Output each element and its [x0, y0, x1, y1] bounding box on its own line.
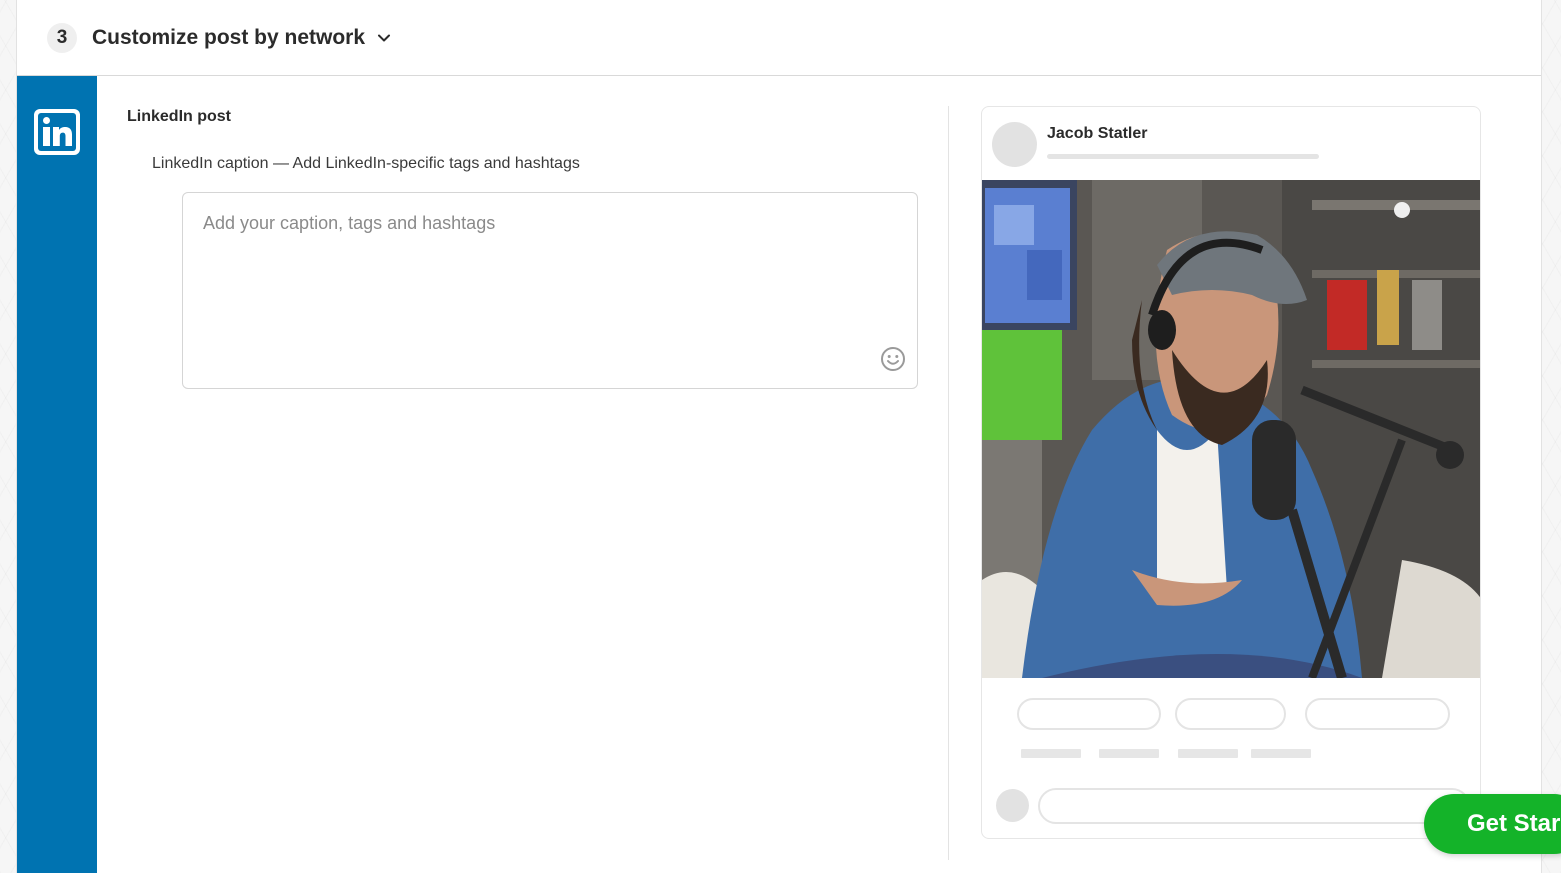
network-sidebar [17, 76, 97, 873]
author-name: Jacob Statler [1047, 125, 1148, 142]
section-title: LinkedIn post [127, 108, 231, 125]
comment-action-placeholder [1175, 698, 1286, 730]
linkedin-post-preview: Jacob Statler [981, 106, 1481, 839]
share-action-placeholder [1305, 698, 1450, 730]
caption-editor: LinkedIn post LinkedIn caption — Add Lin… [97, 76, 949, 873]
author-subtitle-placeholder [1047, 154, 1319, 159]
step-header[interactable]: 3 Customize post by network [17, 0, 1541, 76]
avatar [992, 122, 1037, 167]
network-customize-card: 3 Customize post by network LinkedIn pos… [16, 0, 1542, 873]
step-number-badge: 3 [47, 22, 77, 53]
stat-placeholder [1178, 749, 1238, 758]
stat-placeholder [1251, 749, 1311, 758]
like-action-placeholder [1017, 698, 1161, 730]
stat-placeholder [1099, 749, 1159, 758]
linkedin-icon [34, 109, 80, 155]
comment-avatar [996, 789, 1029, 822]
chevron-down-icon[interactable] [377, 31, 391, 45]
step-title: Customize post by network [92, 25, 366, 49]
comment-box-placeholder [1038, 788, 1470, 824]
panel-divider [948, 106, 949, 860]
caption-label: LinkedIn caption — Add LinkedIn-specific… [152, 155, 580, 172]
post-photo [982, 180, 1480, 678]
caption-input[interactable] [203, 213, 897, 343]
emoji-smiley-icon[interactable] [880, 346, 906, 372]
get-started-button[interactable]: Get Star [1424, 794, 1561, 854]
caption-box[interactable] [182, 192, 918, 389]
stat-placeholder [1021, 749, 1081, 758]
